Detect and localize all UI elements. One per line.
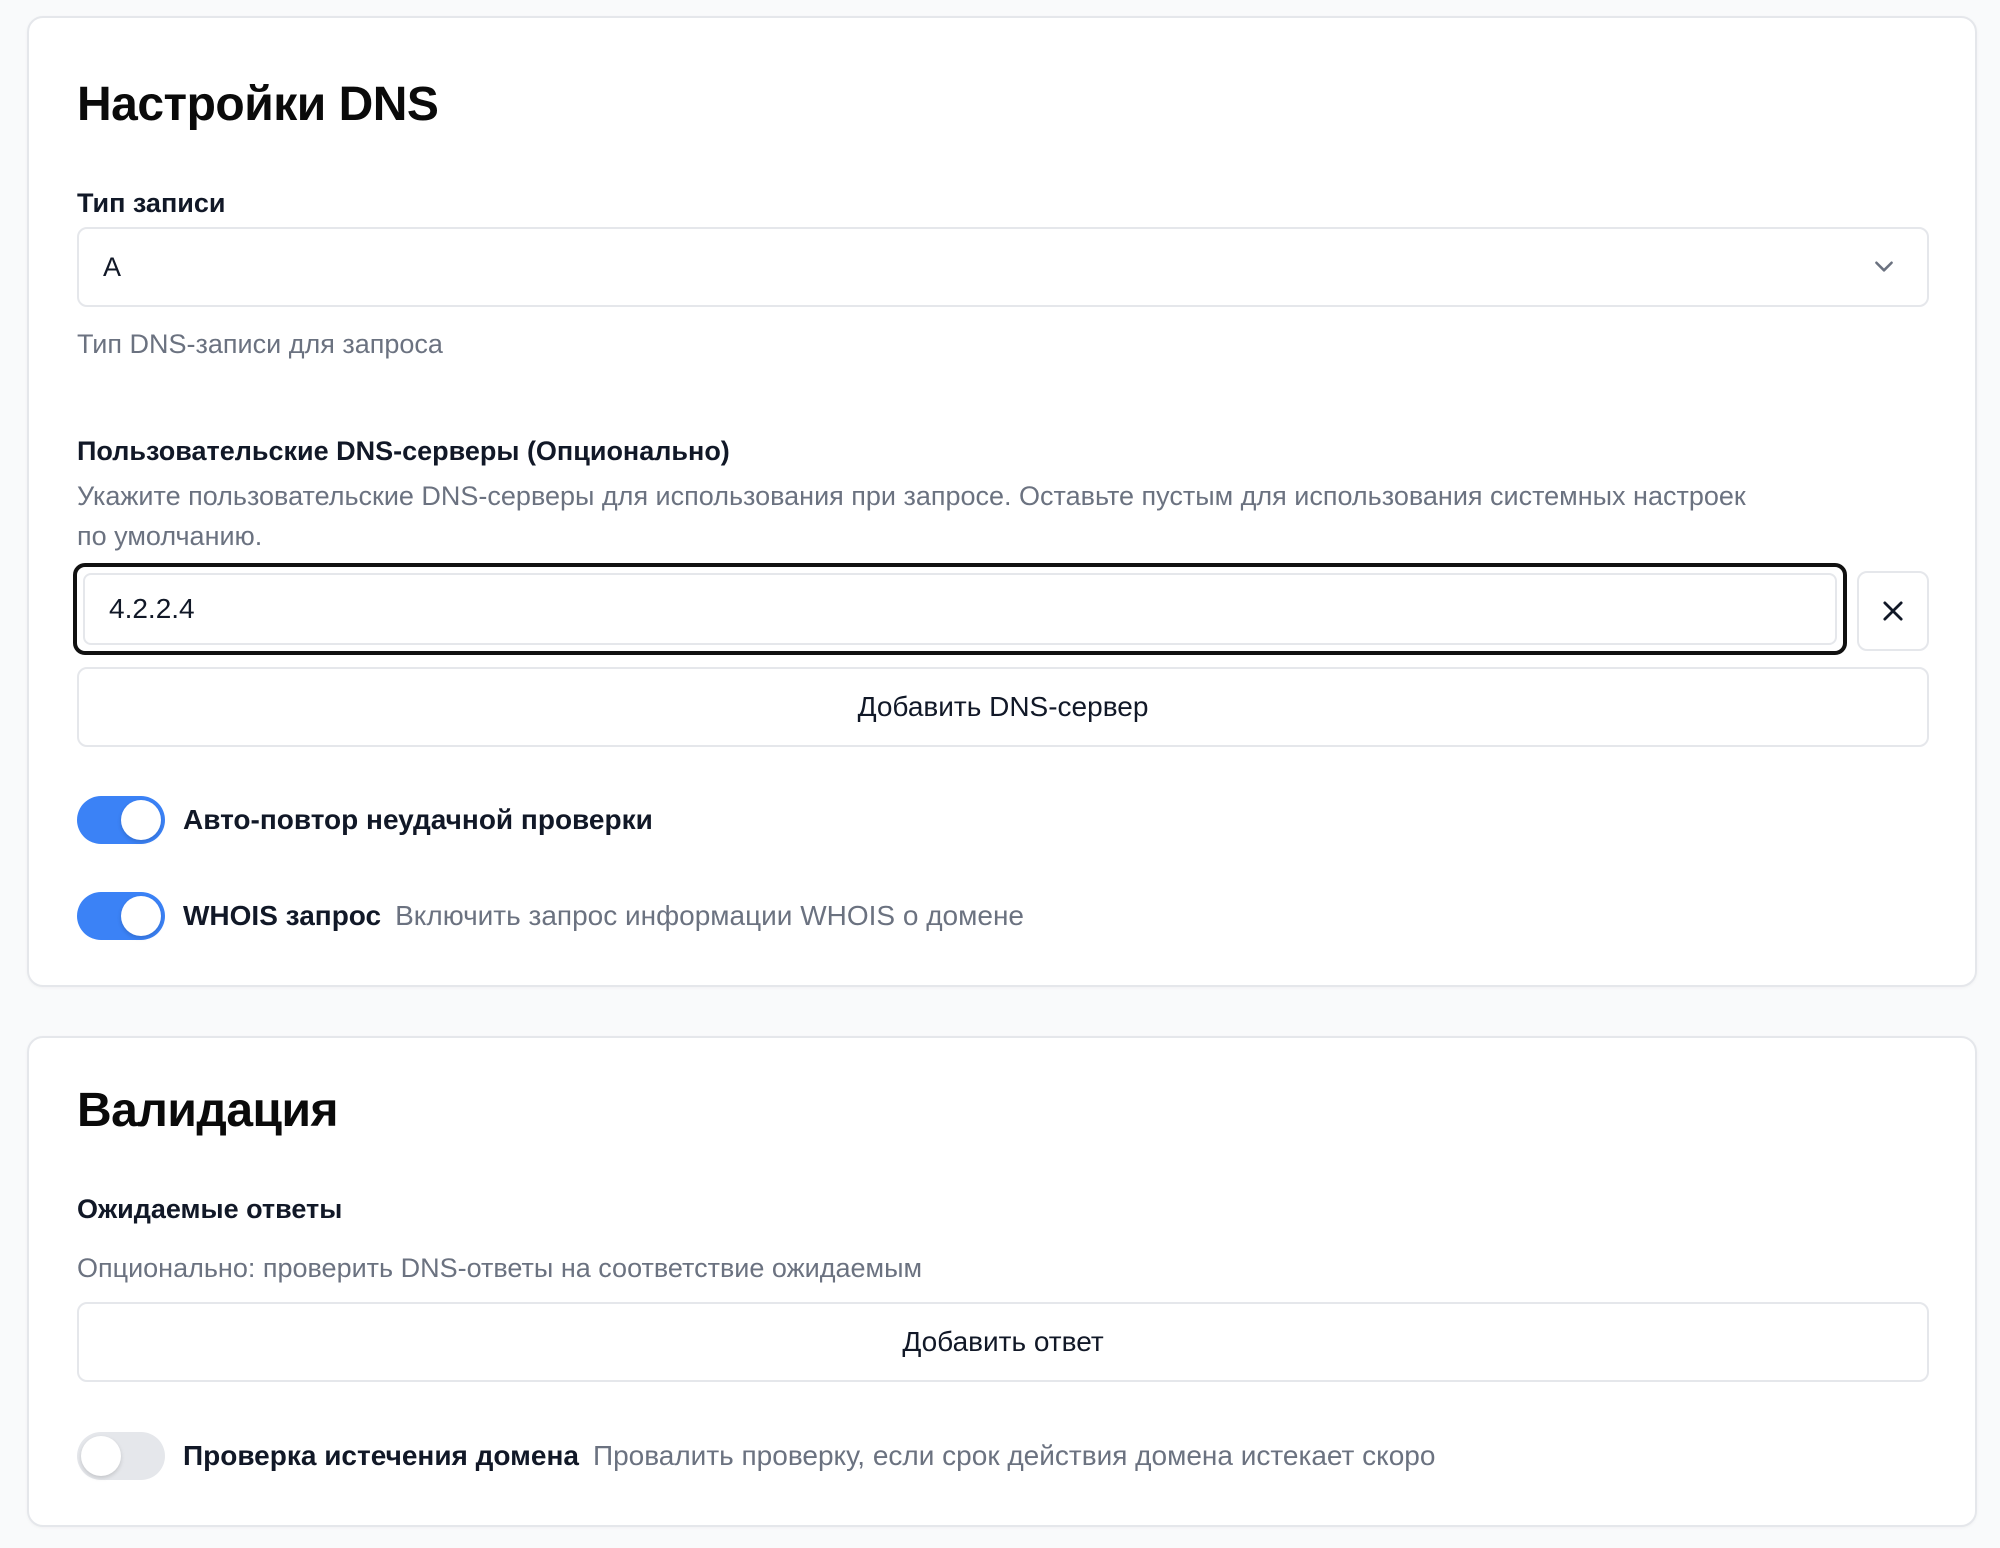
auto-retry-row: Авто-повтор неудачной проверки [183,796,653,844]
close-icon [1883,601,1903,621]
expected-answers-hint: Опционально: проверить DNS-ответы на соо… [77,1253,923,1283]
custom-dns-hint: Укажите пользовательские DNS-серверы для… [77,476,1746,556]
record-type-selected-value: A [103,252,122,282]
dns-server-input[interactable] [83,573,1837,645]
toggle-knob [121,896,161,936]
toggle-knob [81,1436,121,1476]
domain-expiry-row: Проверка истечения домена Провалить прове… [183,1432,1435,1480]
auto-retry-label: Авто-повтор неудачной проверки [183,804,653,835]
expected-answers-label: Ожидаемые ответы [77,1194,343,1224]
record-type-select[interactable]: A [77,227,1929,307]
domain-expiry-label: Проверка истечения домена [183,1440,579,1471]
custom-dns-hint-line2: по умолчанию. [77,521,263,551]
dns-server-input-wrapper [73,563,1847,655]
dns-settings-title: Настройки DNS [77,78,439,131]
remove-dns-server-button[interactable] [1857,571,1929,651]
add-answer-button[interactable]: Добавить ответ [77,1302,1929,1382]
chevron-down-icon [1875,261,1893,272]
custom-dns-hint-line1: Укажите пользовательские DNS-серверы для… [77,481,1746,511]
record-type-label: Тип записи [77,188,226,218]
validation-card: Валидация Ожидаемые ответы Опционально: … [27,1036,1977,1527]
custom-dns-label: Пользовательские DNS-серверы (Опциональн… [77,436,730,466]
record-type-hint: Тип DNS-записи для запроса [77,329,443,359]
whois-toggle[interactable] [77,892,165,940]
whois-description: Включить запрос информации WHOIS о домен… [395,900,1024,931]
whois-row: WHOIS запрос Включить запрос информации W… [183,892,1024,940]
add-dns-server-button[interactable]: Добавить DNS-сервер [77,667,1929,747]
validation-title: Валидация [77,1084,339,1137]
whois-label: WHOIS запрос [183,900,382,931]
dns-settings-card: Настройки DNS Тип записи A Тип DNS-запис… [27,16,1977,987]
domain-expiry-toggle[interactable] [77,1432,165,1480]
domain-expiry-description: Провалить проверку, если срок действия д… [592,1440,1436,1471]
toggle-knob [121,800,161,840]
auto-retry-toggle[interactable] [77,796,165,844]
